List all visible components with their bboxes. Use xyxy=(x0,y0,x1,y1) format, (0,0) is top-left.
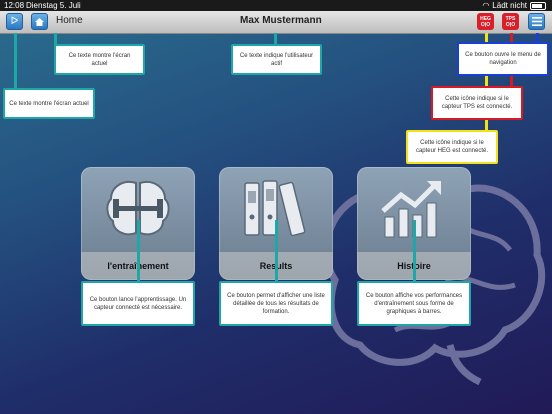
callout-menu-button: Ce bouton ouvre le menu de navigation xyxy=(457,42,549,76)
app-logo-button[interactable]: ᐅ xyxy=(6,13,23,30)
callout-active-user: Ce texte indique l'utilisateur actif xyxy=(231,44,322,75)
nav-bar: ᐅ Home Max Mustermann HEG O|O TPS O|O xyxy=(0,11,552,34)
app-logo-icon: ᐅ xyxy=(10,16,19,27)
hamburger-menu-icon xyxy=(531,17,542,26)
connector-line xyxy=(137,220,140,282)
menu-button[interactable] xyxy=(528,13,545,30)
active-user-name: Max Mustermann xyxy=(240,15,322,26)
callout-training-tile: Ce bouton lance l'apprentissage. Un capt… xyxy=(81,281,195,326)
tps-sensor-icon[interactable]: TPS O|O xyxy=(502,13,519,30)
callout-tps-sensor: Cette icône indique si le capteur TPS es… xyxy=(431,86,523,120)
heg-sensor-icon[interactable]: HEG O|O xyxy=(477,13,494,30)
callout-heg-sensor: Cette icône indique si le capteur HEG es… xyxy=(406,130,498,164)
connector-line xyxy=(413,220,416,282)
connector-line xyxy=(14,33,17,90)
status-right: ◠ Lädt nicht xyxy=(482,0,546,11)
callout-current-screen-top: Ce texte montre l'écran actuel xyxy=(54,44,145,75)
charging-text: Lädt nicht xyxy=(492,1,527,10)
heg-sensor-status: O|O xyxy=(480,22,491,28)
connector-line xyxy=(275,220,278,282)
status-date: Dienstag 5. Juli xyxy=(26,1,81,10)
callout-current-screen-left: Ce texte montre l'écran actuel xyxy=(3,88,95,119)
status-time: 12:08 xyxy=(4,1,25,10)
page-title: Home xyxy=(56,15,83,26)
callout-history-tile: Ce bouton affiche vos performances d'ent… xyxy=(357,281,471,326)
home-button[interactable] xyxy=(31,13,48,30)
wifi-icon: ◠ xyxy=(482,1,490,10)
home-icon xyxy=(35,17,44,26)
status-bar: 12:08 Dienstag 5. Juli ◠ Lädt nicht xyxy=(0,0,552,11)
battery-icon xyxy=(530,1,546,10)
tps-sensor-status: O|O xyxy=(505,22,516,28)
callout-results-tile: Ce bouton permet d'afficher une liste dé… xyxy=(219,281,333,326)
